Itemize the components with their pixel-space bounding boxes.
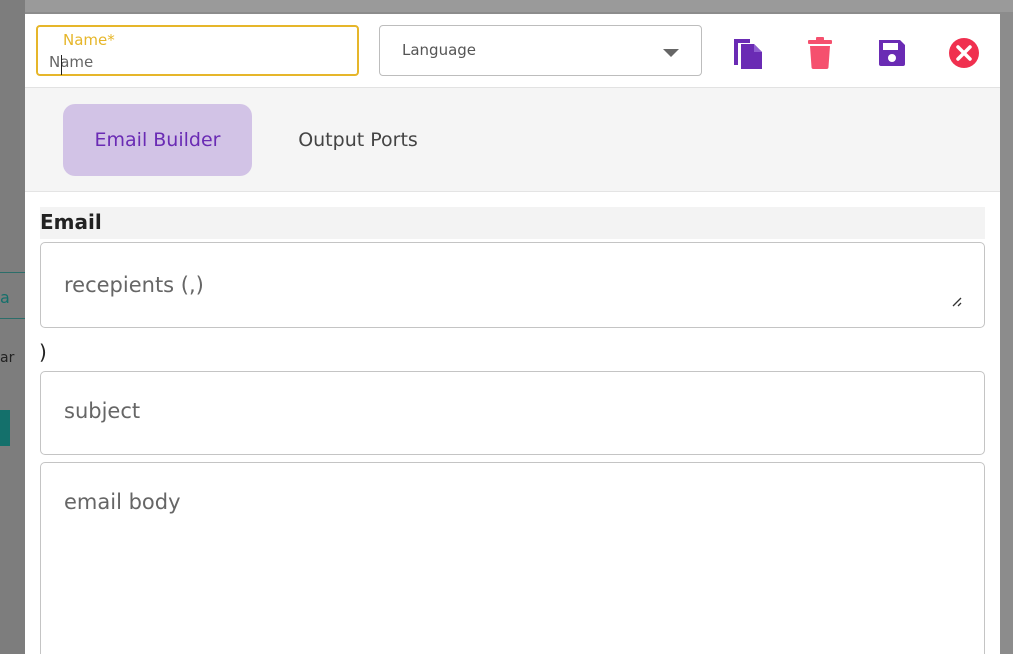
email-body-placeholder: email body	[64, 490, 181, 514]
dialog-header: Name* Language	[25, 14, 1000, 88]
close-icon	[949, 38, 979, 68]
background-teal-block	[0, 410, 10, 446]
email-node-dialog: Name* Language	[25, 14, 1000, 654]
tab-bar: Email Builder Output Ports	[25, 88, 1000, 192]
background-divider	[0, 272, 25, 273]
delete-button[interactable]	[803, 36, 837, 70]
caret-down-icon	[663, 49, 679, 57]
language-select[interactable]: Language	[379, 25, 702, 76]
recipients-placeholder: recepients (,)	[64, 273, 204, 297]
resize-handle-icon[interactable]	[950, 295, 962, 307]
name-input[interactable]	[49, 50, 349, 74]
text-cursor	[61, 55, 62, 75]
copy-button[interactable]	[731, 36, 765, 70]
subject-placeholder: subject	[64, 399, 141, 423]
tab-output-ports[interactable]: Output Ports	[283, 104, 433, 176]
save-icon	[879, 40, 905, 66]
trash-icon	[808, 37, 832, 69]
background-divider	[0, 318, 25, 319]
section-title: Email	[40, 207, 985, 239]
recipients-field[interactable]: recepients (,)	[40, 242, 985, 328]
close-button[interactable]	[947, 36, 981, 70]
background-text-fragment: a	[0, 288, 10, 307]
name-field-label: Name*	[57, 31, 121, 49]
stray-text: )	[39, 340, 47, 364]
background-text-fragment: ar	[0, 350, 15, 366]
background-top-bar	[0, 0, 1013, 12]
save-button[interactable]	[875, 36, 909, 70]
tab-email-builder[interactable]: Email Builder	[63, 104, 252, 176]
subject-field[interactable]: subject	[40, 371, 985, 455]
email-body-field[interactable]: email body	[40, 462, 985, 654]
language-select-value: Language	[402, 41, 477, 59]
copy-icon	[734, 39, 762, 69]
background-app: a ar	[0, 0, 25, 654]
